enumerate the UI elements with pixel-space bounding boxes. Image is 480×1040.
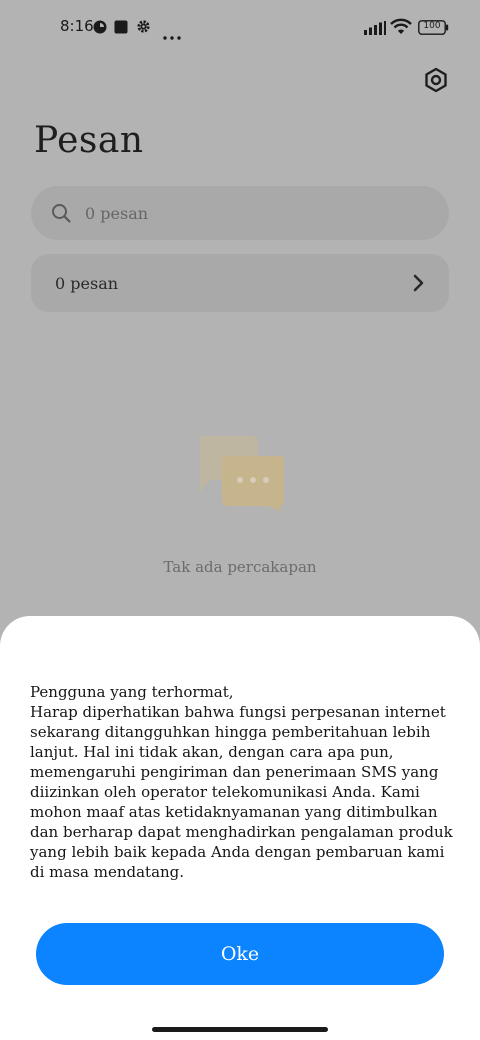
ok-button[interactable]: Oke bbox=[36, 923, 444, 985]
empty-state-text: Tak ada percakapan bbox=[163, 558, 317, 576]
more-dots-icon bbox=[163, 25, 181, 44]
settings-button[interactable] bbox=[420, 64, 452, 96]
chat-bubbles-icon bbox=[200, 436, 284, 512]
search-bar[interactable] bbox=[31, 186, 449, 240]
search-input[interactable] bbox=[85, 203, 405, 223]
gear-notification-icon bbox=[136, 19, 151, 38]
message-folder-row[interactable]: 0 pesan bbox=[31, 254, 449, 312]
battery-level: 100 bbox=[423, 21, 441, 31]
page-title: Pesan bbox=[34, 120, 144, 161]
wifi-icon bbox=[390, 18, 412, 39]
chevron-right-icon bbox=[413, 274, 424, 292]
dialog-message: Pengguna yang terhormat, Harap diperhati… bbox=[30, 683, 453, 881]
app-notification-icon bbox=[93, 19, 107, 38]
search-icon bbox=[52, 204, 71, 223]
status-time: 8:16 bbox=[60, 17, 94, 35]
square-notification-icon bbox=[114, 19, 128, 38]
signal-icon bbox=[364, 20, 386, 39]
settings-hexagon-icon bbox=[425, 67, 447, 93]
status-bar: 8:16 100 bbox=[0, 0, 480, 56]
notice-dialog: Pengguna yang terhormat, Harap diperhati… bbox=[0, 616, 480, 1040]
battery-icon: 100 bbox=[418, 20, 449, 39]
folder-label: 0 pesan bbox=[55, 273, 119, 293]
home-indicator[interactable] bbox=[152, 1027, 328, 1032]
